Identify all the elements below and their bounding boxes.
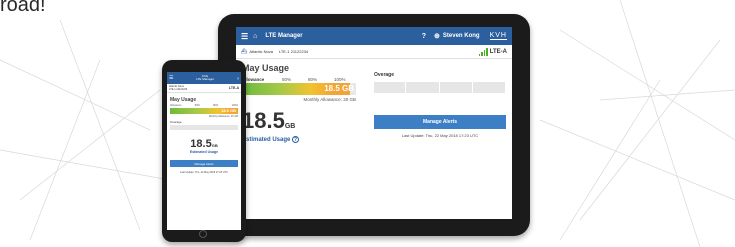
phone-vessel-bar: Atlantic Nova LTE-1 21122234 LTE-A	[167, 84, 241, 93]
scale-100: 100%	[231, 104, 238, 107]
estimated-usage-label-row: Estimated Usage ?	[242, 136, 362, 143]
vessel-bar: ⛴ Atlantic Nova LTE-1 21122234 LTE-A	[236, 45, 512, 59]
app-title: LTE Manager	[265, 33, 303, 39]
phone-screen: ☰ KVH LTE Manager ? Atlantic Nova LTE-1 …	[167, 72, 241, 230]
overage-label: Overage	[374, 72, 395, 78]
network-type: LTE-A	[228, 86, 239, 90]
overage-column: Overage Manage Alerts Last Update: Thu, …	[362, 63, 506, 143]
monthly-allowance: Monthly Allowance: 20 GB	[303, 97, 356, 102]
home-icon[interactable]: ⌂	[253, 33, 257, 40]
tablet-device: ☰ ⌂ LTE Manager ? ⊕ Steven Kong KVH ⛴ At…	[218, 14, 530, 236]
scale-80: 80%	[308, 77, 318, 82]
usage-bar: 18.5 GB	[170, 108, 238, 114]
last-update: Last Update: Thu, 22 May 2018 17:23 UTC	[180, 171, 228, 174]
usage-bar-value: 18.5 GB	[324, 84, 354, 93]
home-button[interactable]	[199, 230, 207, 238]
estimated-usage-value: 18.5GB	[170, 138, 238, 150]
manage-alerts-button[interactable]: Manage Alerts	[170, 160, 238, 167]
app-header: ☰ ⌂ LTE Manager ? ⊕ Steven Kong KVH	[236, 27, 512, 45]
network-type: LTE-A	[489, 48, 507, 55]
usage-title: May Usage	[170, 97, 197, 103]
terminal-id: LTE-1 21122234	[169, 88, 188, 91]
overage-label: Overage	[170, 120, 182, 124]
estimated-usage-unit: GB	[211, 143, 218, 148]
overage-bar	[170, 125, 238, 130]
phone-usage-panel: May Usage Allowance 50% 80% 100% 18.5 GB…	[167, 93, 241, 176]
scale-80: 80%	[213, 104, 219, 107]
phone-app-header: ☰ KVH LTE Manager ?	[167, 72, 241, 84]
monthly-allowance: Monthly Allowance: 20 GB	[208, 115, 238, 118]
usage-scale: Allowance 50% 80% 100%	[242, 77, 362, 82]
estimated-usage-label: Estimated Usage	[189, 150, 219, 154]
estimated-usage-value: 18.5GB	[242, 108, 362, 134]
usage-scale: Allowance 50% 80% 100%	[170, 104, 238, 107]
last-update: Last Update: Thu, 22 May 2018 17:23 UTC	[401, 133, 479, 138]
help-icon[interactable]: ?	[237, 76, 239, 81]
estimated-usage-unit: GB	[284, 123, 296, 130]
usage-bar-value: 18.5 GB	[221, 108, 236, 113]
app-title: LTE Manager	[196, 77, 215, 81]
scale-50: 50%	[282, 77, 292, 82]
usage-left-column: May Usage Allowance 50% 80% 100% 18.5 GB…	[242, 63, 362, 143]
tablet-screen: ☰ ⌂ LTE Manager ? ⊕ Steven Kong KVH ⛴ At…	[236, 27, 512, 219]
manage-alerts-button[interactable]: Manage Alerts	[374, 115, 506, 129]
user-name[interactable]: Steven Kong	[443, 33, 480, 39]
signal-strength-icon	[478, 47, 488, 56]
usage-panel: May Usage Allowance 50% 80% 100% 18.5 GB…	[236, 59, 512, 147]
usage-title: May Usage	[242, 63, 290, 73]
vessel-name: Atlantic Nova	[249, 49, 273, 54]
usage-bar: 18.5 GB	[242, 83, 356, 95]
estimated-usage-number: 18.5	[242, 108, 285, 133]
allowance-label: Allowance	[170, 104, 182, 107]
kvh-logo: KVH	[489, 32, 507, 40]
scale-50: 50%	[194, 104, 200, 107]
menu-icon[interactable]: ☰	[241, 32, 248, 41]
info-icon[interactable]: ?	[292, 136, 300, 143]
estimated-usage-number: 18.5	[190, 138, 212, 150]
overage-bar	[374, 82, 506, 93]
user-icon[interactable]: ⊕	[434, 32, 440, 40]
boat-icon: ⛴	[241, 48, 248, 55]
scale-100: 100%	[334, 77, 346, 82]
allowance-label: Allowance	[242, 77, 265, 82]
terminal-id: LTE-1 21122234	[278, 49, 309, 54]
headline-fragment: road!	[0, 0, 46, 16]
estimated-usage-label: Estimated Usage	[242, 137, 291, 143]
phone-device: ☰ KVH LTE Manager ? Atlantic Nova LTE-1 …	[162, 60, 246, 242]
help-icon[interactable]: ?	[422, 33, 426, 40]
